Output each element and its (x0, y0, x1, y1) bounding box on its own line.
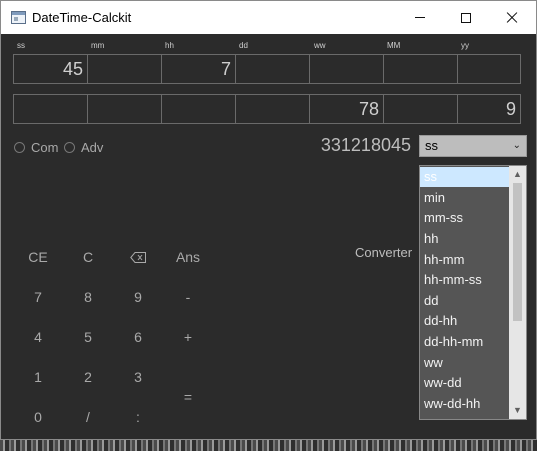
scroll-down-icon[interactable]: ▼ (509, 402, 526, 419)
dropdown-scrollbar[interactable]: ▲ ▼ (509, 166, 526, 419)
title-bar[interactable]: DateTime-Calckit (1, 1, 536, 34)
radio-adv-label: Adv (81, 140, 104, 155)
maximize-button[interactable] (443, 1, 489, 34)
key-8[interactable]: 8 (63, 287, 113, 307)
option-ss[interactable]: ss (420, 167, 510, 187)
app-icon (11, 11, 26, 24)
key-9[interactable]: 9 (113, 287, 163, 307)
field-r2-MM[interactable] (383, 94, 458, 124)
radio-circle-icon (64, 142, 75, 153)
key-5[interactable]: 5 (63, 327, 113, 347)
minimize-button[interactable] (397, 1, 443, 34)
option-hh[interactable]: hh (420, 229, 510, 249)
field-r2-ss[interactable] (13, 94, 88, 124)
key-0[interactable]: 0 (13, 407, 63, 427)
key-2[interactable]: 2 (63, 367, 113, 387)
minimize-icon (415, 17, 425, 18)
scroll-up-icon[interactable]: ▲ (509, 166, 526, 183)
label-months: MM (387, 41, 401, 50)
result-display: 331218045 (320, 135, 411, 155)
chevron-down-icon: ⌄ (512, 140, 521, 151)
option-dd-hh[interactable]: dd-hh (420, 311, 510, 331)
key-plus[interactable]: + (163, 327, 213, 347)
key-3[interactable]: 3 (113, 367, 163, 387)
scrollbar-thumb[interactable] (513, 183, 522, 321)
close-icon (506, 12, 518, 24)
label-seconds: ss (17, 41, 25, 50)
option-hh-mm[interactable]: hh-mm (420, 250, 510, 270)
key-colon[interactable]: : (113, 407, 163, 427)
close-button[interactable] (489, 1, 535, 34)
key-slash[interactable]: / (63, 407, 113, 427)
field-r1-ss[interactable]: 45 (13, 54, 88, 84)
maximize-icon (461, 12, 471, 23)
radio-com[interactable]: Com (14, 140, 58, 155)
key-backspace[interactable] (113, 247, 163, 267)
key-minus[interactable]: - (163, 287, 213, 307)
field-r1-ww[interactable] (309, 54, 384, 84)
field-r2-hh[interactable] (161, 94, 236, 124)
backspace-icon (130, 251, 146, 263)
label-years: yy (461, 41, 469, 50)
field-r1-dd[interactable] (235, 54, 310, 84)
label-minutes: mm (91, 41, 105, 50)
unit-select[interactable]: ss ⌄ (419, 135, 527, 157)
option-ww-dd[interactable]: ww-dd (420, 373, 510, 393)
radio-circle-icon (14, 142, 25, 153)
field-r2-ww[interactable]: 78 (309, 94, 384, 124)
field-r2-mm[interactable] (87, 94, 162, 124)
option-hh-mm-ss[interactable]: hh-mm-ss (420, 270, 510, 290)
radio-com-label: Com (31, 140, 59, 155)
app-window: DateTime-Calckit ss mm hh dd ww MM yy 45… (0, 0, 537, 440)
option-ww-dd-hh[interactable]: ww-dd-hh (420, 394, 510, 414)
field-r1-MM[interactable] (383, 54, 458, 84)
desktop-background-strip (0, 440, 537, 451)
key-clear[interactable]: C (63, 247, 113, 267)
window-title: DateTime-Calckit (32, 10, 132, 25)
option-mm-ss[interactable]: mm-ss (420, 208, 510, 228)
field-r1-mm[interactable] (87, 54, 162, 84)
field-r1-hh[interactable]: 7 (161, 54, 236, 84)
converter-button[interactable]: Converter (355, 245, 412, 260)
label-days: dd (239, 41, 248, 50)
label-weeks: ww (314, 41, 326, 50)
option-ww[interactable]: ww (420, 353, 510, 373)
key-clear-entry[interactable]: CE (13, 247, 63, 267)
key-7[interactable]: 7 (13, 287, 63, 307)
radio-adv[interactable]: Adv (64, 140, 103, 155)
unit-dropdown-list[interactable]: ss min mm-ss hh hh-mm hh-mm-ss dd dd-hh … (419, 165, 527, 420)
option-dd[interactable]: dd (420, 291, 510, 311)
key-4[interactable]: 4 (13, 327, 63, 347)
option-min[interactable]: min (420, 188, 510, 208)
key-1[interactable]: 1 (13, 367, 63, 387)
field-r2-yy[interactable]: 9 (457, 94, 521, 124)
key-ans[interactable]: Ans (163, 247, 213, 267)
label-hours: hh (165, 41, 174, 50)
field-r2-dd[interactable] (235, 94, 310, 124)
key-equals[interactable]: = (163, 387, 213, 407)
key-6[interactable]: 6 (113, 327, 163, 347)
unit-select-value: ss (425, 138, 438, 153)
option-dd-hh-mm[interactable]: dd-hh-mm (420, 332, 510, 352)
field-r1-yy[interactable] (457, 54, 521, 84)
